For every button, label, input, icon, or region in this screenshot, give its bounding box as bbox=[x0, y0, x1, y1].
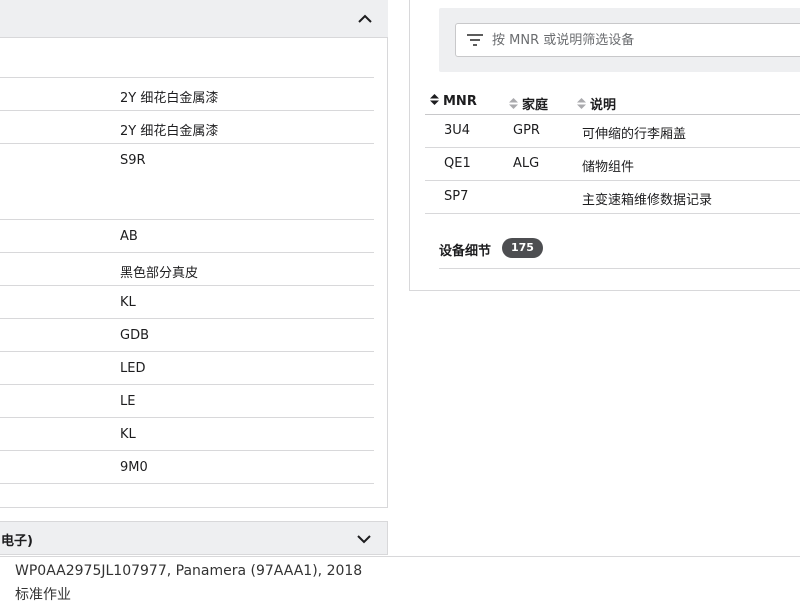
sort-icon[interactable] bbox=[509, 98, 518, 113]
list-item-value: KL bbox=[120, 295, 136, 310]
cell-description: 储物组件 bbox=[582, 160, 635, 175]
chevron-down-icon[interactable] bbox=[357, 533, 371, 545]
table-header-row: MNR 家庭 说明 bbox=[425, 88, 800, 115]
list-item-value: LED bbox=[120, 361, 146, 376]
cell-mnr: SP7 bbox=[444, 189, 469, 204]
list-item-value: AB bbox=[120, 229, 138, 244]
filter-input[interactable] bbox=[492, 30, 792, 50]
table-row[interactable]: 3U4 GPR 可伸缩的行李厢盖 bbox=[425, 115, 800, 148]
filter-area bbox=[439, 8, 800, 72]
cell-family: GPR bbox=[513, 123, 540, 138]
work-mode: 标准作业 bbox=[15, 587, 71, 603]
list-item: AB bbox=[0, 220, 374, 253]
list-item: KL bbox=[0, 286, 374, 319]
equipment-panel: MNR 家庭 说明 3U4 GPR 可伸缩的行李厢盖 QE1 ALG 储物组件 bbox=[409, 0, 800, 291]
list-item: 黑色部分真皮 bbox=[0, 253, 374, 286]
divider bbox=[439, 268, 800, 269]
collapsed-section-header[interactable]: 电子) bbox=[0, 521, 388, 555]
list-item-value: 2Y 细花白金属漆 bbox=[120, 91, 219, 106]
list-item-value: KL bbox=[120, 427, 136, 442]
column-header-label: 说明 bbox=[590, 98, 617, 113]
status-footer: WP0AA2975JL107977, Panamera (97AAA1), 20… bbox=[0, 556, 800, 603]
sort-icon[interactable] bbox=[577, 98, 586, 113]
list-item: S9R bbox=[0, 144, 374, 220]
list-item-value: LE bbox=[120, 394, 136, 409]
cell-description: 可伸缩的行李厢盖 bbox=[582, 127, 687, 142]
filter-field[interactable] bbox=[455, 23, 800, 57]
details-label: 设备细节 bbox=[439, 244, 492, 259]
cell-description: 主变速箱维修数据记录 bbox=[582, 193, 713, 208]
chevron-up-icon[interactable] bbox=[358, 13, 372, 25]
count-badge: 175 bbox=[502, 238, 543, 258]
vehicle-info: WP0AA2975JL107977, Panamera (97AAA1), 20… bbox=[15, 563, 363, 579]
list-item: LED bbox=[0, 352, 374, 385]
list-item-value: 黑色部分真皮 bbox=[120, 266, 199, 281]
cell-family: ALG bbox=[513, 156, 540, 171]
list-item-value: GDB bbox=[120, 328, 150, 343]
list-item-value: 2Y 细花白金属漆 bbox=[120, 124, 219, 139]
list-item: 2Y 细花白金属漆 bbox=[0, 111, 374, 144]
list-item-value: 9M0 bbox=[120, 460, 148, 475]
column-header-label: MNR bbox=[443, 94, 477, 109]
list-item: 9M0 bbox=[0, 451, 374, 484]
sort-icon[interactable] bbox=[430, 94, 439, 109]
list-item: 2Y 细花白金属漆 bbox=[0, 77, 374, 111]
table-row[interactable]: QE1 ALG 储物组件 bbox=[425, 148, 800, 181]
cell-mnr: QE1 bbox=[444, 156, 471, 171]
table-row[interactable]: SP7 主变速箱维修数据记录 bbox=[425, 181, 800, 214]
vehicle-options-panel: 2Y 细花白金属漆 2Y 细花白金属漆 S9R AB 黑色部分真皮 KL GDB… bbox=[0, 0, 388, 508]
filter-icon bbox=[466, 33, 484, 51]
list-item: KL bbox=[0, 418, 374, 451]
list-item-value: S9R bbox=[120, 153, 146, 168]
cell-mnr: 3U4 bbox=[444, 123, 471, 138]
list-item: LE bbox=[0, 385, 374, 418]
section-title: 电子) bbox=[1, 534, 33, 549]
list-item: GDB bbox=[0, 319, 374, 352]
panel-header[interactable] bbox=[0, 0, 388, 38]
column-header-label: 家庭 bbox=[522, 98, 549, 113]
